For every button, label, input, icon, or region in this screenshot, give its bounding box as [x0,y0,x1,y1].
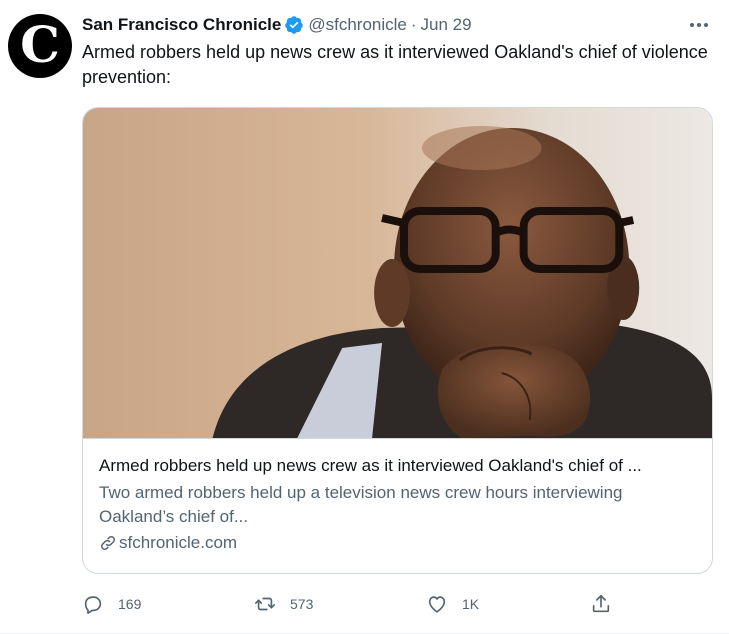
card-title: Armed robbers held up news crew as it in… [99,456,642,475]
share-button[interactable] [590,590,612,618]
more-icon[interactable] [684,14,714,36]
link-card[interactable]: Armed robbers held up news crew as it in… [82,107,713,574]
retweet-icon [255,597,275,611]
like-button[interactable]: 1K [426,590,479,618]
reply-count: 169 [118,596,142,612]
card-description: Two armed robbers held up a television n… [99,483,623,526]
handle[interactable]: @sfchronicle [308,15,407,35]
verified-badge-icon [285,16,304,34]
avatar[interactable]: C [8,14,72,78]
card-domain: sfchronicle.com [119,533,238,552]
tweet[interactable]: C San Francisco Chronicle @sfchronicle ·… [0,0,729,634]
separator-dot: · [410,15,417,34]
tweet-text: Armed robbers held up news crew as it in… [82,42,708,87]
like-icon [428,596,446,613]
tweet-header: San Francisco Chronicle @sfchronicle · J… [82,12,714,38]
tweet-date[interactable]: Jun 29 [421,15,472,35]
card-domain-row: sfchronicle.com [99,533,697,553]
link-icon [100,535,116,551]
reply-button[interactable]: 169 [82,590,141,618]
card-image[interactable] [83,108,712,439]
avatar-logo-letter: C [20,15,60,74]
reply-icon [84,596,102,614]
display-name[interactable]: San Francisco Chronicle [82,15,281,35]
like-count: 1K [462,596,480,612]
share-icon [592,594,610,613]
action-bar: 169 573 1K [82,590,622,618]
tweet-content: San Francisco Chronicle @sfchronicle · J… [82,12,714,614]
retweet-count: 573 [290,596,314,612]
retweet-button[interactable]: 573 [254,590,313,618]
card-body: Armed robbers held up news crew as it in… [99,454,697,553]
